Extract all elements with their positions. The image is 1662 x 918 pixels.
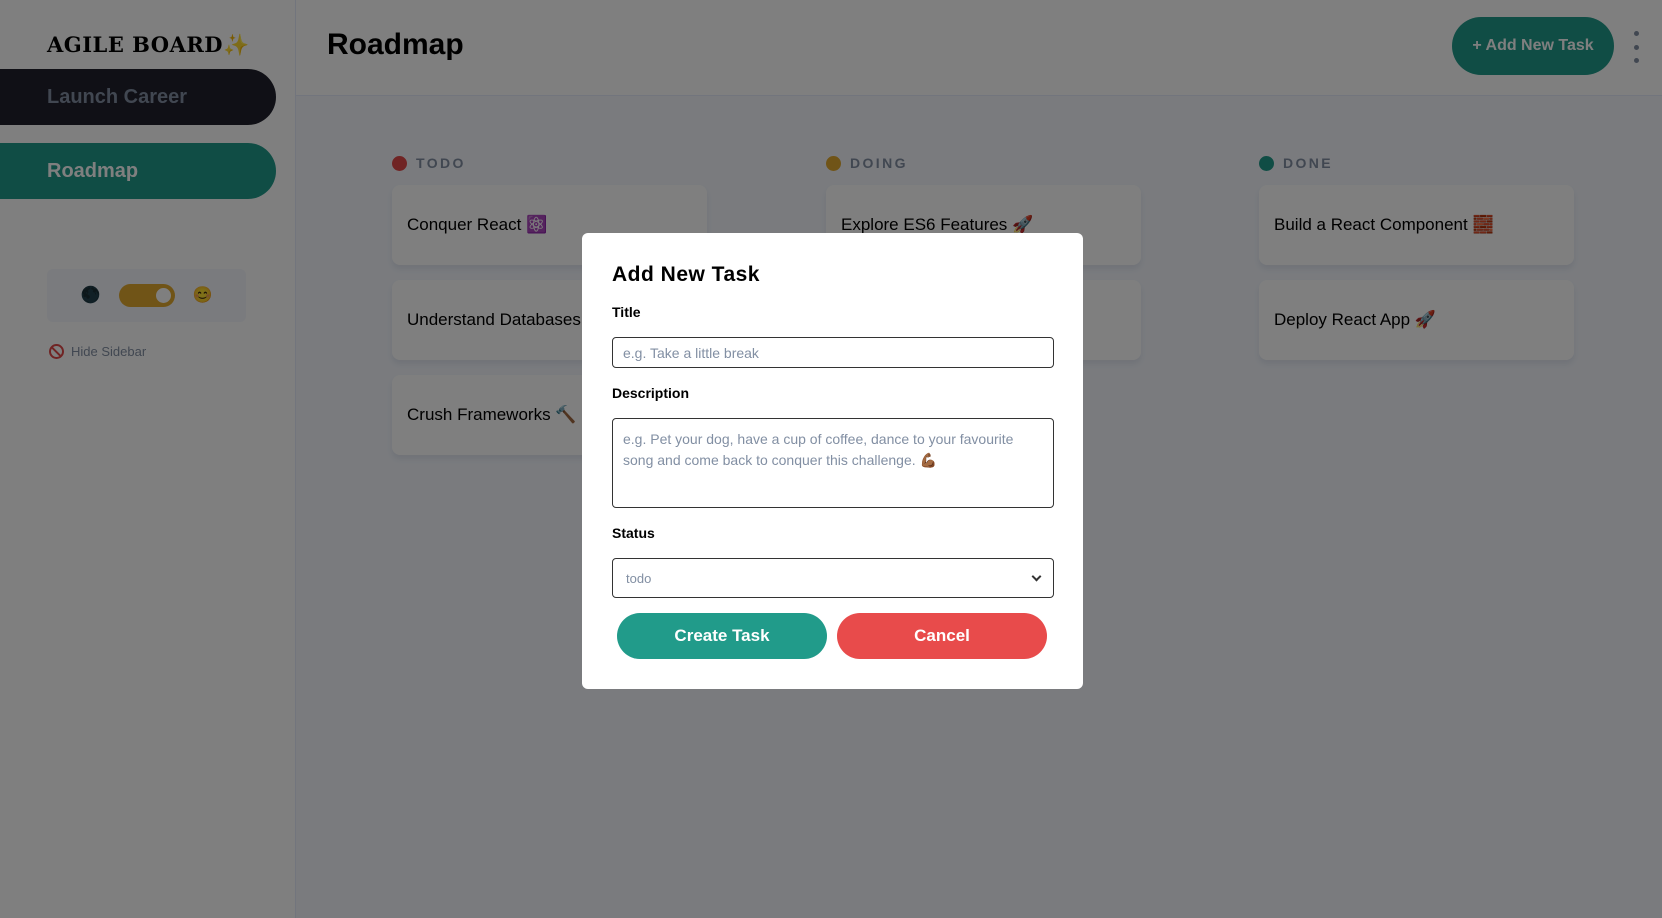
add-task-modal: Add New Task Title Description Status to… bbox=[582, 233, 1083, 689]
cancel-button[interactable]: Cancel bbox=[837, 613, 1047, 659]
title-input[interactable] bbox=[612, 337, 1054, 368]
status-label: Status bbox=[612, 525, 655, 541]
status-value: todo bbox=[626, 570, 652, 586]
status-select[interactable]: todo bbox=[612, 558, 1054, 598]
modal-title: Add New Task bbox=[612, 263, 760, 286]
description-input[interactable] bbox=[612, 418, 1054, 508]
title-label: Title bbox=[612, 304, 641, 320]
description-label: Description bbox=[612, 385, 690, 401]
chevron-down-icon bbox=[1031, 571, 1042, 581]
create-task-button[interactable]: Create Task bbox=[617, 613, 827, 659]
